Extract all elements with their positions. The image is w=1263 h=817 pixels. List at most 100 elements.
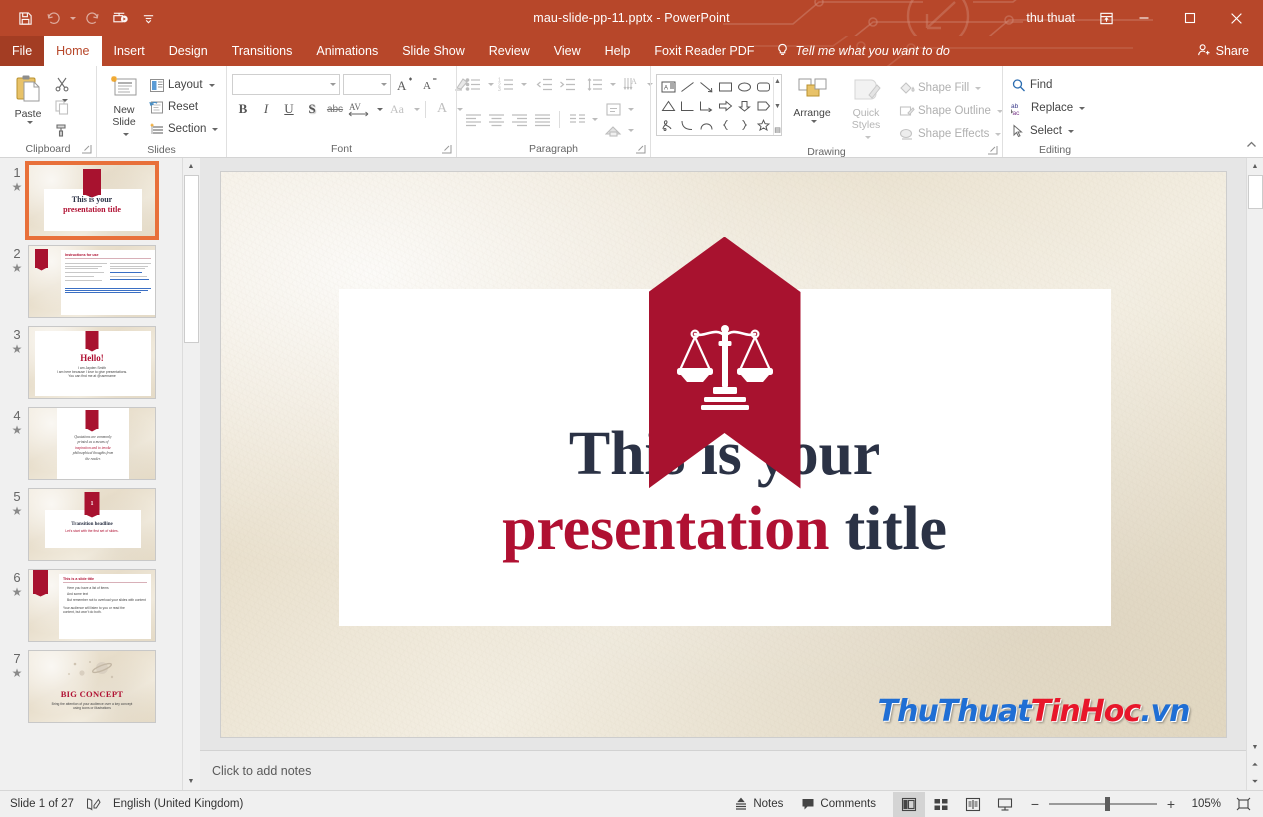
drawing-dialog-launcher[interactable]	[987, 145, 998, 156]
notes-button[interactable]: Notes	[725, 792, 792, 817]
previous-slide-button[interactable]: ⏶	[1246, 756, 1263, 773]
comments-button[interactable]: Comments	[792, 792, 885, 817]
align-text-button[interactable]	[602, 99, 624, 119]
shape-star[interactable]	[754, 115, 773, 134]
paste-button[interactable]: Paste	[5, 71, 51, 127]
thumbnail-row-3[interactable]: 3 ★ Hello! I am Jayden Smith I am here b…	[0, 326, 182, 407]
font-name-input[interactable]	[232, 73, 340, 95]
thumbnail-slide-6[interactable]: This is a slide title Here you have a li…	[28, 569, 156, 642]
animation-star-icon[interactable]: ★	[12, 505, 23, 517]
animation-star-icon[interactable]: ★	[12, 343, 23, 355]
columns-button[interactable]	[566, 109, 588, 131]
slide-scroll-track[interactable]	[1246, 175, 1263, 739]
numbering-button[interactable]: 123	[495, 73, 517, 95]
slide-scroll-handle[interactable]	[1247, 175, 1263, 209]
shape-curve[interactable]	[678, 115, 697, 134]
thumbnail-slide-2[interactable]: Instructions for use	[28, 245, 156, 318]
thumbnail-row-2[interactable]: 2 ★ Instructions for use	[0, 245, 182, 326]
shape-left-brace[interactable]	[716, 115, 735, 134]
thumbnail-scrollbar[interactable]: ▲ ▼	[182, 158, 200, 790]
tab-slide-show[interactable]: Slide Show	[390, 36, 477, 66]
align-right-button[interactable]	[508, 109, 530, 131]
italic-button[interactable]: I	[255, 98, 277, 120]
current-slide[interactable]: This is your presentation title ThuThuat…	[220, 171, 1226, 737]
decrease-indent-button[interactable]	[533, 73, 555, 95]
thumbnail-row-4[interactable]: 4 ★ Quotations are commonly printed as a…	[0, 407, 182, 488]
clipboard-dialog-launcher[interactable]	[81, 144, 92, 155]
find-button[interactable]: Find	[1008, 74, 1055, 96]
zoom-out-button[interactable]: −	[1029, 797, 1041, 811]
convert-to-smartart-button[interactable]	[602, 120, 624, 140]
animation-star-icon[interactable]: ★	[12, 181, 23, 193]
shape-right-brace[interactable]	[735, 115, 754, 134]
customize-quick-access-toolbar-icon[interactable]	[135, 5, 161, 31]
shapes-gallery-scrollbar[interactable]: ▲ ▼ ▤	[773, 77, 781, 135]
zoom-slider-handle[interactable]	[1105, 797, 1110, 811]
zoom-slider[interactable]	[1049, 797, 1157, 811]
tab-design[interactable]: Design	[157, 36, 220, 66]
collapse-ribbon-button[interactable]	[1245, 138, 1258, 154]
strikethrough-button[interactable]: abc	[324, 98, 346, 120]
slide-banner[interactable]	[648, 236, 801, 489]
tab-foxit-reader-pdf[interactable]: Foxit Reader PDF	[642, 36, 766, 66]
shape-pentagon[interactable]	[754, 96, 773, 115]
replace-button[interactable]: ab ac Replace	[1008, 97, 1088, 119]
section-button[interactable]: Section	[146, 118, 221, 140]
shape-fill-button[interactable]: Shape Fill	[896, 77, 1006, 99]
redo-icon[interactable]	[79, 5, 105, 31]
tab-view[interactable]: View	[542, 36, 593, 66]
thumbnail-slide-5[interactable]: 1 Transition headline Let's start with t…	[28, 488, 156, 561]
undo-icon[interactable]	[40, 5, 66, 31]
shape-rectangle[interactable]	[716, 77, 735, 96]
shape-line[interactable]	[678, 77, 697, 96]
thumbnail-scroll-up-button[interactable]: ▲	[182, 158, 200, 175]
zoom-control[interactable]: − + 105%	[1021, 797, 1229, 811]
select-button[interactable]: Select	[1008, 120, 1077, 142]
shape-effects-button[interactable]: Shape Effects	[896, 123, 1006, 145]
tab-transitions[interactable]: Transitions	[220, 36, 305, 66]
align-left-button[interactable]	[462, 109, 484, 131]
bullets-dropdown-icon[interactable]	[488, 82, 494, 86]
shape-oval[interactable]	[735, 77, 754, 96]
ribbon-display-options-icon[interactable]	[1091, 3, 1121, 33]
quick-styles-button[interactable]: Quick Styles	[842, 74, 890, 146]
tell-me-search[interactable]: Tell me what you want to do	[766, 36, 960, 66]
notes-pane[interactable]: Click to add notes	[200, 750, 1246, 790]
zoom-level-label[interactable]: 105%	[1185, 798, 1221, 810]
new-slide-button[interactable]: New Slide	[102, 71, 146, 143]
fit-to-window-button[interactable]	[1229, 792, 1257, 817]
text-shadow-button[interactable]: S	[301, 98, 323, 120]
line-spacing-button[interactable]	[584, 73, 606, 95]
tab-animations[interactable]: Animations	[304, 36, 390, 66]
thumbnail-slide-7[interactable]: BIG CONCEPT Bring the attention of your …	[28, 650, 156, 723]
font-dialog-launcher[interactable]	[441, 144, 452, 155]
save-icon[interactable]	[12, 5, 38, 31]
shapes-gallery[interactable]: A ▲ ▼ ▤	[656, 74, 782, 136]
shape-arc[interactable]	[697, 115, 716, 134]
shape-right-arrow[interactable]	[716, 96, 735, 115]
change-case-button[interactable]: Aa	[384, 98, 410, 120]
language-label[interactable]: English (United Kingdom)	[113, 798, 243, 810]
start-from-beginning-icon[interactable]	[107, 5, 133, 31]
convert-to-smartart-dropdown-icon[interactable]	[628, 128, 634, 132]
gallery-scroll-down-icon[interactable]: ▼	[774, 103, 781, 110]
text-direction-button[interactable]: A	[621, 73, 643, 95]
underline-button[interactable]: U	[278, 98, 300, 120]
slide-scroll-up-button[interactable]: ▲	[1246, 158, 1263, 175]
share-button[interactable]: Share	[1187, 36, 1263, 66]
tab-help[interactable]: Help	[593, 36, 643, 66]
decrease-font-size-button[interactable]: A	[419, 73, 441, 95]
slide-count-label[interactable]: Slide 1 of 27	[10, 798, 74, 810]
thumbnail-scroll-down-button[interactable]: ▼	[182, 773, 200, 790]
character-spacing-button[interactable]: AV	[347, 98, 373, 120]
minimize-button[interactable]	[1121, 0, 1167, 36]
layout-button[interactable]: Layout	[146, 74, 221, 96]
reset-button[interactable]: Reset	[146, 96, 221, 118]
animation-star-icon[interactable]: ★	[12, 262, 23, 274]
reading-view-button[interactable]	[957, 792, 989, 817]
slide-scrollbar[interactable]: ▲ ▼ ⏶ ⏷	[1246, 158, 1263, 790]
font-color-button[interactable]: A	[431, 98, 453, 120]
spellcheck-status[interactable]	[86, 797, 101, 811]
next-slide-button[interactable]: ⏷	[1246, 773, 1263, 790]
gallery-more-icon[interactable]: ▤	[774, 127, 781, 134]
